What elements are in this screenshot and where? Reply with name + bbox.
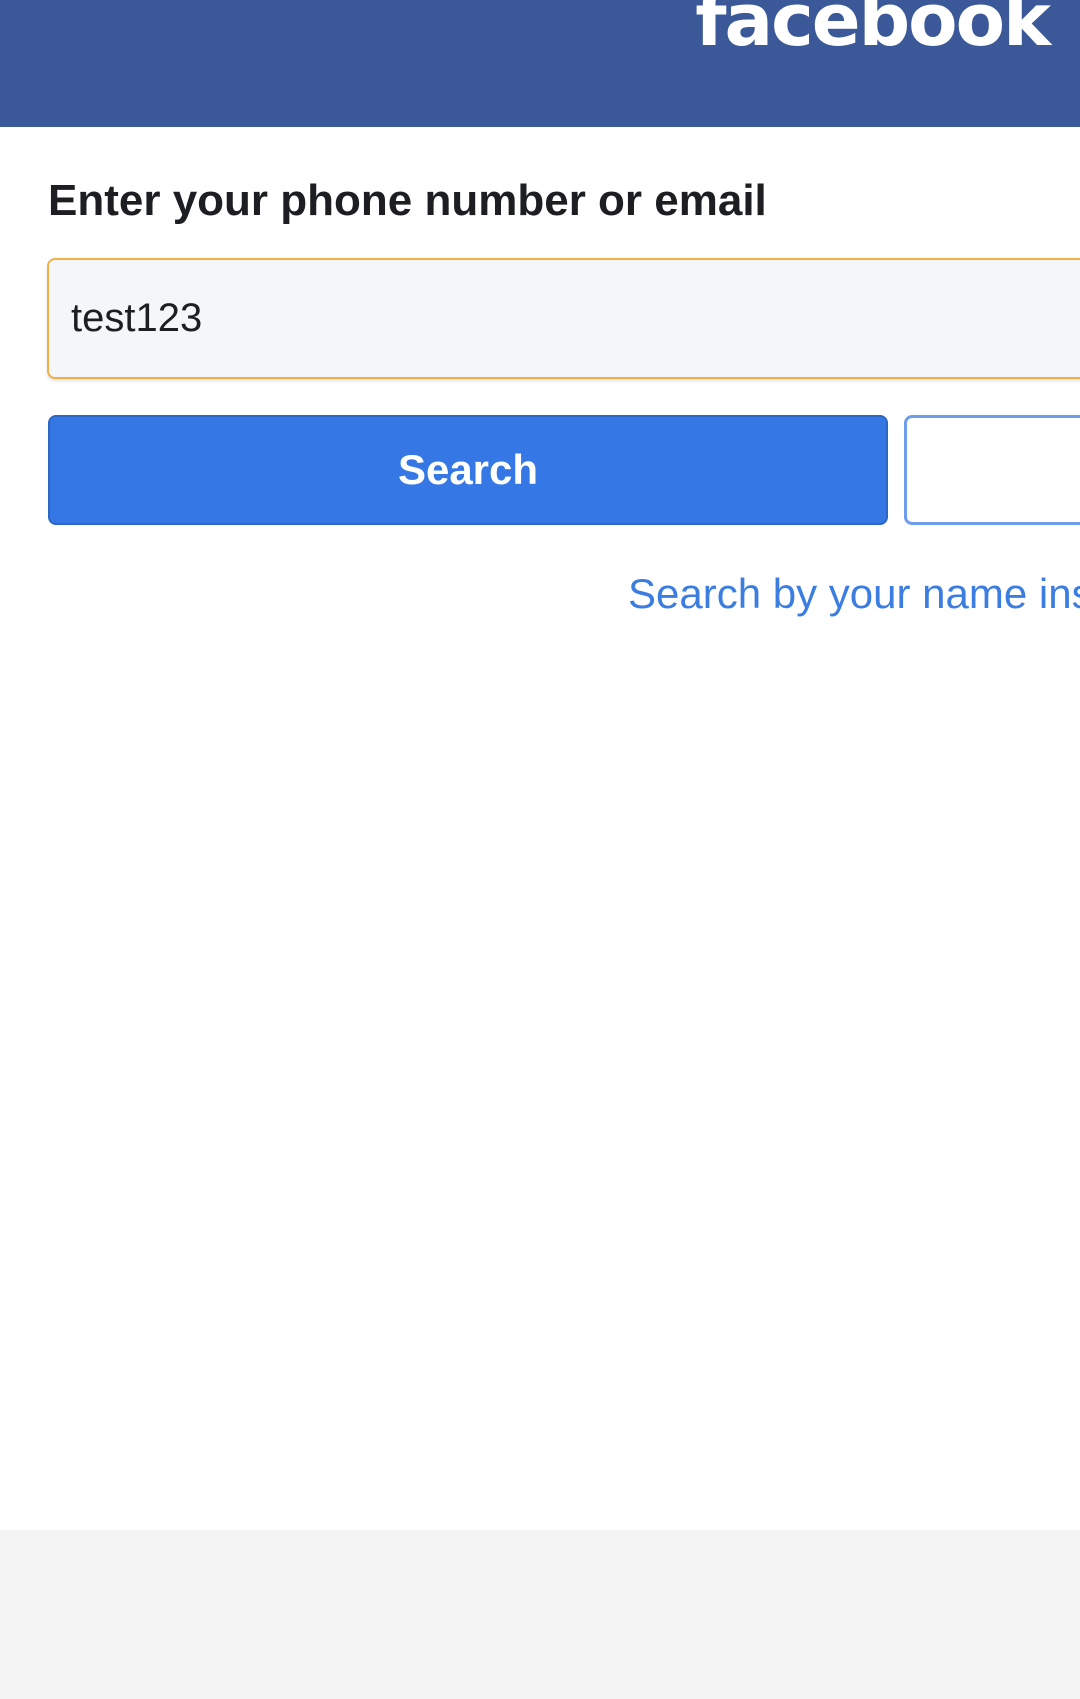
- footer-area: [0, 1530, 1080, 1699]
- page: facebook Enter your phone number or emai…: [0, 0, 1080, 1699]
- identifier-input[interactable]: [49, 260, 1080, 377]
- identifier-field-wrapper[interactable]: [47, 258, 1080, 379]
- search-by-name-link[interactable]: Search by your name ins: [628, 570, 1080, 618]
- find-account-panel: Enter your phone number or email Search …: [0, 127, 1080, 1530]
- button-row: Search: [48, 415, 1080, 525]
- facebook-logo[interactable]: facebook: [695, 0, 1051, 56]
- top-bar: facebook: [0, 0, 1080, 127]
- form-prompt: Enter your phone number or email: [48, 176, 767, 225]
- secondary-button[interactable]: [904, 415, 1080, 525]
- search-button[interactable]: Search: [48, 415, 888, 525]
